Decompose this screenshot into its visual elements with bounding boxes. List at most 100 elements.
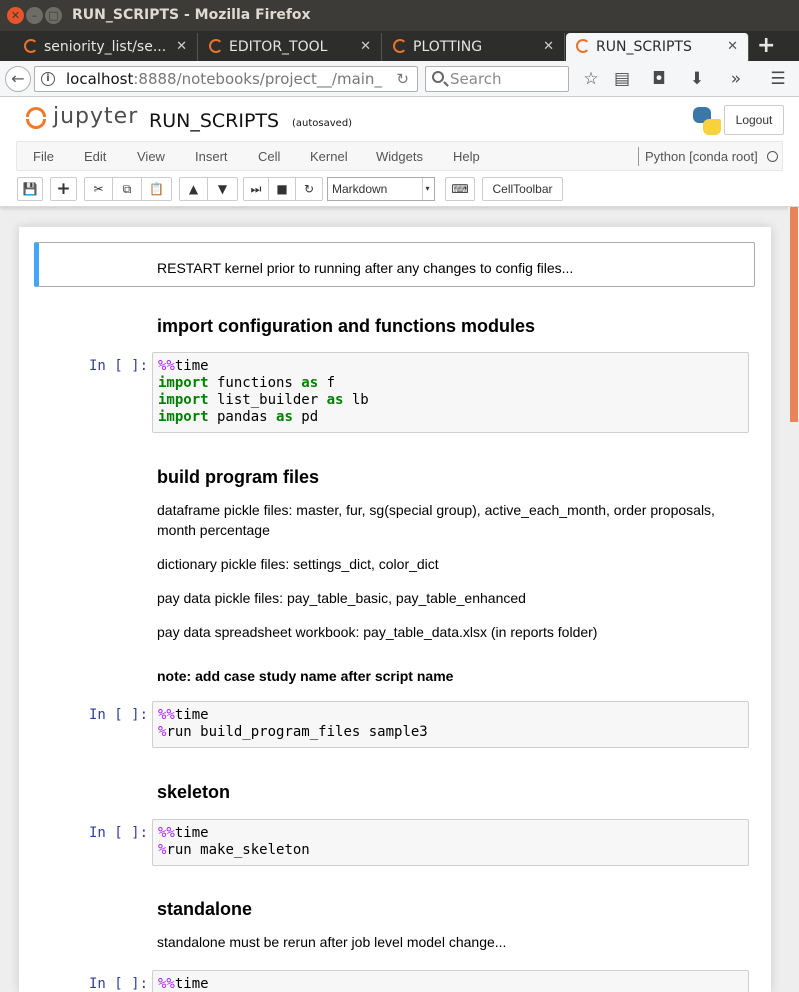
logout-button[interactable]: Logout bbox=[724, 105, 784, 135]
kernel-name[interactable]: Python [conda root] bbox=[645, 149, 758, 164]
menu-kernel[interactable]: Kernel bbox=[310, 149, 348, 164]
interrupt-kernel-button[interactable]: ■ bbox=[268, 177, 296, 201]
cell-type-value: Markdown bbox=[332, 182, 388, 196]
notebook-name[interactable]: RUN_SCRIPTS bbox=[149, 110, 279, 132]
search-icon bbox=[432, 71, 444, 83]
tab-close-icon[interactable]: ✕ bbox=[360, 34, 371, 60]
url-bar[interactable]: i localhost:8888/notebooks/project__/mai… bbox=[34, 66, 418, 92]
celltoolbar-button[interactable]: CellToolbar bbox=[482, 177, 563, 201]
tab-plotting[interactable]: PLOTTING ✕ bbox=[383, 33, 565, 61]
code-line: import pandas as pd bbox=[158, 409, 319, 425]
markdown-restart-note: RESTART kernel prior to running after an… bbox=[157, 260, 574, 276]
code-line: %%time bbox=[158, 707, 209, 723]
jupyter-tab-icon bbox=[576, 39, 590, 53]
save-button[interactable]: 💾 bbox=[17, 177, 43, 201]
tab-seniority-list[interactable]: seniority_list/se... ✕ bbox=[14, 33, 198, 61]
paste-button[interactable]: 📋 bbox=[141, 177, 172, 201]
move-up-button[interactable]: ▲ bbox=[179, 177, 208, 201]
autosave-status: (autosaved) bbox=[292, 118, 353, 129]
info-icon[interactable]: i bbox=[41, 72, 55, 86]
code-line: import list_builder as lb bbox=[158, 392, 369, 408]
search-input[interactable]: Search bbox=[425, 66, 569, 92]
python-logo-icon bbox=[693, 107, 721, 135]
menu-file[interactable]: File bbox=[33, 149, 54, 164]
cut-button[interactable]: ✂ bbox=[84, 177, 113, 201]
tab-editor-tool[interactable]: EDITOR_TOOL ✕ bbox=[199, 33, 382, 61]
reload-icon[interactable]: ↻ bbox=[396, 70, 409, 88]
tab-close-icon[interactable]: ✕ bbox=[543, 34, 554, 60]
kernel-idle-icon bbox=[767, 151, 778, 162]
menu-view[interactable]: View bbox=[137, 149, 165, 164]
url-text: localhost:8888/notebooks/project__/main_ bbox=[66, 70, 382, 88]
cell-prompt: In [ ]: bbox=[89, 707, 149, 723]
chevron-down-icon: ▾ bbox=[422, 178, 432, 200]
move-down-button[interactable]: ▼ bbox=[207, 177, 238, 201]
page-scrollbar[interactable] bbox=[788, 207, 799, 992]
window-title: RUN_SCRIPTS - Mozilla Firefox bbox=[72, 7, 311, 23]
run-cell-button[interactable]: ⏭ bbox=[243, 177, 269, 201]
tab-run-scripts[interactable]: RUN_SCRIPTS ✕ bbox=[566, 33, 749, 61]
tab-strip: seniority_list/se... ✕ EDITOR_TOOL ✕ PLO… bbox=[0, 31, 799, 61]
tab-close-icon[interactable]: ✕ bbox=[176, 34, 187, 60]
menu-widgets[interactable]: Widgets bbox=[376, 149, 423, 164]
scrollbar-thumb[interactable] bbox=[790, 207, 798, 422]
jupyter-tab-icon bbox=[24, 39, 38, 53]
notebook-toolbar: 💾 + ✂ ⧉ 📋 ▲ ▼ ⏭ ■ ↻ Markdown ▾ ⌨ CellToo… bbox=[0, 177, 799, 203]
bookmark-star-icon[interactable]: ☆ bbox=[580, 69, 602, 89]
navigation-bar: ← i localhost:8888/notebooks/project__/m… bbox=[0, 61, 799, 97]
menu-cell[interactable]: Cell bbox=[258, 149, 280, 164]
cell-prompt: In [ ]: bbox=[89, 358, 149, 374]
code-line: %run build_program_files sample3 bbox=[158, 724, 428, 740]
window-maximize-button[interactable]: □ bbox=[45, 7, 62, 24]
jupyter-logo-text[interactable]: jupyter bbox=[53, 104, 138, 129]
menu-help[interactable]: Help bbox=[453, 149, 480, 164]
restart-kernel-button[interactable]: ↻ bbox=[295, 177, 323, 201]
command-palette-button[interactable]: ⌨ bbox=[445, 177, 475, 201]
jupyter-tab-icon bbox=[393, 39, 407, 53]
window-close-button[interactable]: ✕ bbox=[7, 7, 24, 24]
paragraph-standalone: standalone must be rerun after job level… bbox=[157, 934, 507, 950]
cell-type-select[interactable]: Markdown ▾ bbox=[327, 177, 435, 201]
note-case-study: note: add case study name after script n… bbox=[157, 668, 454, 684]
back-button[interactable]: ← bbox=[5, 66, 31, 92]
search-placeholder: Search bbox=[450, 70, 502, 88]
cell-prompt: In [ ]: bbox=[89, 976, 149, 992]
notebook-menubar: File Edit View Insert Cell Kernel Widget… bbox=[16, 141, 783, 171]
paragraph-pay-data-pickle: pay data pickle files: pay_table_basic, … bbox=[157, 590, 526, 606]
heading-build-program-files: build program files bbox=[157, 467, 320, 487]
code-cell-build-program-files[interactable]: %%time %run build_program_files sample3 bbox=[152, 701, 749, 748]
menu-edit[interactable]: Edit bbox=[84, 149, 106, 164]
heading-standalone: standalone bbox=[157, 899, 253, 919]
code-line: %%time bbox=[158, 358, 209, 374]
url-host: localhost bbox=[66, 70, 134, 88]
code-line: import functions as f bbox=[158, 375, 336, 391]
paragraph-pay-spreadsheet: pay data spreadsheet workbook: pay_table… bbox=[157, 624, 598, 640]
code-cell-imports[interactable]: %%time import functions as f import list… bbox=[152, 352, 749, 433]
window-minimize-button[interactable]: – bbox=[26, 7, 43, 24]
paragraph-dataframe-pickle: dataframe pickle files: master, fur, sg(… bbox=[157, 502, 715, 538]
jupyter-logo-icon[interactable] bbox=[26, 107, 46, 129]
paragraph-dictionary-pickle: dictionary pickle files: settings_dict, … bbox=[157, 556, 439, 572]
tab-label: RUN_SCRIPTS bbox=[596, 39, 692, 55]
insert-cell-button[interactable]: + bbox=[50, 177, 77, 201]
hamburger-menu-icon[interactable]: ☰ bbox=[767, 69, 789, 89]
tab-close-icon[interactable]: ✕ bbox=[727, 34, 738, 60]
tab-label: EDITOR_TOOL bbox=[229, 39, 328, 55]
url-path: :8888/notebooks/project__/main_ bbox=[133, 70, 382, 88]
tab-label: seniority_list/se... bbox=[44, 39, 167, 55]
reading-list-icon[interactable]: ▤ bbox=[611, 69, 633, 89]
heading-import-modules: import configuration and functions modul… bbox=[157, 316, 535, 336]
overflow-icon[interactable]: » bbox=[725, 69, 747, 89]
new-tab-button[interactable]: + bbox=[757, 33, 775, 58]
pocket-icon[interactable]: ◘ bbox=[648, 69, 670, 89]
download-icon[interactable]: ⬇ bbox=[686, 69, 708, 89]
tab-label: PLOTTING bbox=[413, 39, 483, 55]
code-line: %%time bbox=[158, 976, 209, 992]
code-cell-make-skeleton[interactable]: %%time %run make_skeleton bbox=[152, 819, 749, 866]
notebook-container: RESTART kernel prior to running after an… bbox=[19, 227, 771, 992]
menu-insert[interactable]: Insert bbox=[195, 149, 228, 164]
code-line: %run make_skeleton bbox=[158, 842, 310, 858]
jupyter-header: jupyter RUN_SCRIPTS (autosaved) Logout F… bbox=[0, 97, 799, 207]
code-cell-standalone[interactable]: %%time bbox=[152, 970, 749, 992]
copy-button[interactable]: ⧉ bbox=[112, 177, 142, 201]
